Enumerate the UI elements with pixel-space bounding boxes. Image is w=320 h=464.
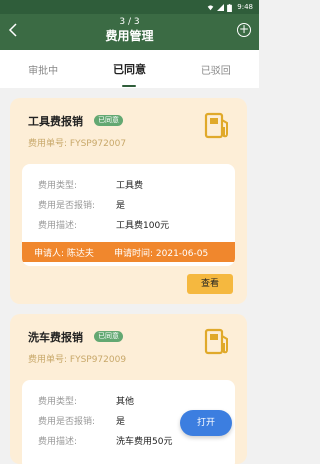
add-button[interactable]: + (237, 23, 251, 37)
tab-pending[interactable]: 审批中 (0, 62, 86, 77)
fuel-pump-icon (204, 112, 228, 139)
applicant-name: 申请人: 陈达夫 (34, 249, 94, 259)
tab-bar: 审批中 已同意 已驳回 (0, 50, 259, 88)
applicant-bar: 申请人: 陈达夫 申请时间: 2021-06-05 (22, 242, 235, 262)
view-button[interactable]: 查看 (187, 274, 233, 294)
detail-label: 费用类型: (38, 181, 78, 191)
status-badge: 已同意 (94, 115, 123, 126)
expense-name: 洗车费报销 (28, 331, 83, 344)
wifi-icon (207, 4, 214, 11)
detail-label: 费用描述: (38, 437, 78, 447)
detail-value: 其他 (116, 397, 135, 407)
detail-value: 工具费 (116, 181, 144, 191)
expense-number: 费用单号: FYSP972009 (28, 355, 127, 365)
status-bar: 9:48 (0, 0, 259, 14)
detail-label: 费用类型: (38, 397, 78, 407)
detail-value: 是 (116, 201, 126, 211)
expense-card[interactable]: 洗车费报销 已同意 费用单号: FYSP972009 费用类型: 其他 费用是否… (10, 314, 247, 464)
page-title: 费用管理 (105, 29, 154, 43)
detail-label: 费用是否报销: (38, 201, 96, 211)
fuel-pump-icon (204, 328, 228, 355)
detail-value: 工具费100元 (116, 221, 170, 231)
signal-icon (217, 3, 225, 11)
tab-approved[interactable]: 已同意 (86, 61, 172, 87)
battery-icon (227, 3, 234, 12)
detail-label: 费用是否报销: (38, 417, 96, 427)
app-header: 3 / 3 费用管理 + (0, 14, 259, 50)
expense-card[interactable]: 工具费报销 已同意 费用单号: FYSP972007 费用类型: 工具费 费用是… (10, 98, 247, 304)
tab-rejected[interactable]: 已驳回 (173, 62, 259, 77)
page-indicator: 3 / 3 (119, 17, 140, 27)
status-time: 9:48 (237, 3, 253, 11)
open-button[interactable]: 打开 (180, 410, 232, 436)
expense-name: 工具费报销 (28, 115, 83, 128)
expense-number: 费用单号: FYSP972007 (28, 139, 127, 149)
status-badge: 已同意 (94, 331, 123, 342)
apply-time: 申请时间: 2021-06-05 (114, 249, 209, 259)
plus-icon: + (238, 22, 250, 36)
expense-details: 费用类型: 工具费 费用是否报销: 是 费用描述: 工具费100元 申请人: 陈… (22, 164, 235, 266)
detail-label: 费用描述: (38, 221, 78, 231)
detail-value: 洗车费用50元 (116, 437, 173, 447)
detail-value: 是 (116, 417, 126, 427)
